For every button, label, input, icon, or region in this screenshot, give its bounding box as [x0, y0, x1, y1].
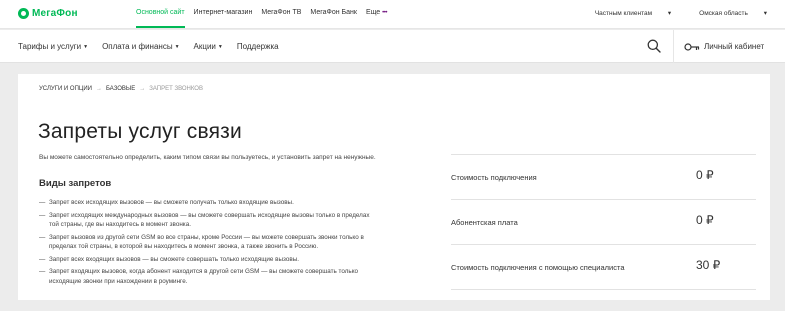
top-nav-shop[interactable]: Интернет-магазин [194, 0, 260, 29]
region-label: Омская область [699, 10, 748, 17]
price-row: Стоимость подключения 0 ₽ [451, 155, 756, 200]
breadcrumb: УСЛУГИ И ОПЦИИ → БАЗОВЫЕ → ЗАПРЕТ ЗВОНКО… [39, 86, 203, 92]
list-item: Запрет исходящих международных вызовов —… [39, 211, 379, 230]
price-label: Стоимость подключения [451, 173, 537, 182]
page-title: Запреты услуг связи [38, 120, 242, 143]
region-select[interactable]: Омская область ▾ [685, 9, 767, 17]
top-nav-more[interactable]: Еще ••• [366, 0, 394, 29]
cabinet-label: Личный кабинет [704, 42, 765, 51]
breadcrumb-arrow-icon: → [95, 86, 102, 92]
search-icon[interactable] [647, 39, 661, 53]
client-type-label: Частным клиентам [594, 10, 653, 17]
main-menu: Тарифы и услуги ▼ Оплата и финансы ▼ Акции… [18, 30, 293, 63]
more-dots-icon: ••• [382, 10, 387, 16]
list-item: Запрет вызовов из другой сети GSM во все… [39, 233, 379, 252]
price-value: 0 ₽ [696, 168, 714, 182]
top-nav-tv[interactable]: МегаФон ТВ [261, 0, 308, 29]
logo-text: МегаФон [32, 7, 78, 19]
ban-list: Запрет всех исходящих вызовов — вы сможе… [39, 198, 379, 289]
chevron-down-icon: ▾ [763, 10, 767, 17]
list-item: Запрет всех входящих вызовов — вы сможет… [39, 255, 379, 265]
price-value: 0 ₽ [696, 213, 714, 227]
breadcrumb-item-current: ЗАПРЕТ ЗВОНКОВ [149, 86, 203, 92]
client-type-select[interactable]: Частным клиентам ▾ [581, 9, 671, 17]
price-value: 30 ₽ [696, 258, 721, 272]
nav-divider [673, 30, 674, 63]
top-bar: МегаФон Основной сайт Интернет-магазин М… [0, 0, 785, 29]
top-nav: Основной сайт Интернет-магазин МегаФон Т… [136, 0, 396, 29]
price-label: Стоимость подключения с помощью специали… [451, 263, 625, 272]
price-label: Абонентская плата [451, 218, 518, 227]
menu-payment-label: Оплата и финансы [102, 42, 173, 51]
list-item: Запрет входящих вызовов, когда абонент н… [39, 267, 379, 286]
top-nav-more-label: Еще [365, 9, 381, 16]
menu-payment[interactable]: Оплата и финансы ▼ [102, 42, 179, 51]
main-nav: Тарифы и услуги ▼ Оплата и финансы ▼ Акции… [0, 30, 785, 63]
breadcrumb-arrow-icon: → [139, 86, 146, 92]
top-nav-bank[interactable]: МегаФон Банк [310, 0, 364, 29]
menu-support-label: Поддержка [236, 42, 279, 51]
top-nav-main-site[interactable]: Основной сайт [136, 0, 192, 29]
price-row: Стоимость подключения с помощью специали… [451, 245, 756, 290]
chevron-down-icon: ▾ [667, 10, 672, 17]
menu-promos-label: Акции [193, 42, 216, 51]
menu-tariffs-label: Тарифы и услуги [18, 42, 82, 51]
menu-tariffs[interactable]: Тарифы и услуги ▼ [18, 42, 88, 51]
content-card: УСЛУГИ И ОПЦИИ → БАЗОВЫЕ → ЗАПРЕТ ЗВОНКО… [18, 74, 770, 300]
price-row: Абонентская плата 0 ₽ [451, 200, 756, 245]
breadcrumb-item-basic[interactable]: БАЗОВЫЕ [106, 86, 135, 92]
megafon-logo[interactable]: МегаФон [18, 6, 78, 20]
price-table: Стоимость подключения 0 ₽ Абонентская пл… [451, 154, 756, 290]
breadcrumb-item-services[interactable]: УСЛУГИ И ОПЦИИ [39, 86, 92, 92]
personal-cabinet-link[interactable]: Личный кабинет [684, 30, 764, 63]
caret-down-icon: ▼ [217, 44, 223, 50]
caret-down-icon: ▼ [83, 44, 89, 50]
top-right: Частным клиентам ▾ Омская область ▾ [567, 0, 767, 26]
section-title: Виды запретов [39, 178, 112, 189]
menu-promos[interactable]: Акции ▼ [194, 42, 223, 51]
logo-mark-icon [18, 7, 29, 19]
key-icon [684, 42, 700, 51]
list-item: Запрет всех исходящих вызовов — вы сможе… [39, 198, 379, 208]
caret-down-icon: ▼ [174, 44, 180, 50]
intro-text: Вы можете самостоятельно определить, как… [39, 154, 376, 161]
menu-support[interactable]: Поддержка [237, 42, 279, 51]
